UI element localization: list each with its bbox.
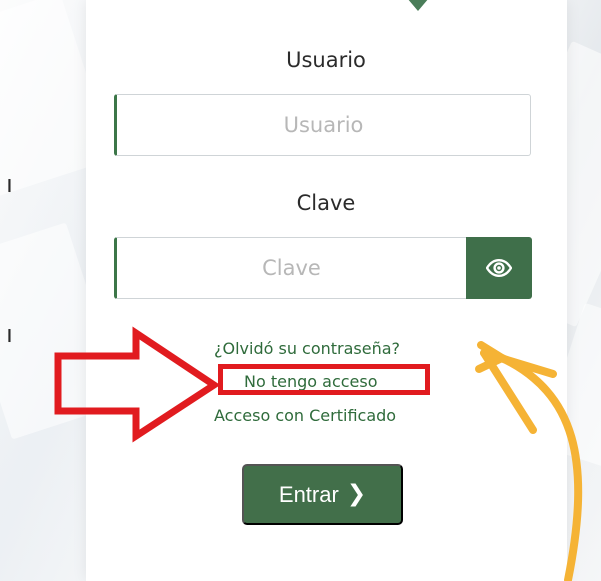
orange-curve-annotation: [498, 354, 583, 581]
annotation-layer: [54, 326, 583, 581]
red-arrow-annotation: [54, 326, 221, 443]
